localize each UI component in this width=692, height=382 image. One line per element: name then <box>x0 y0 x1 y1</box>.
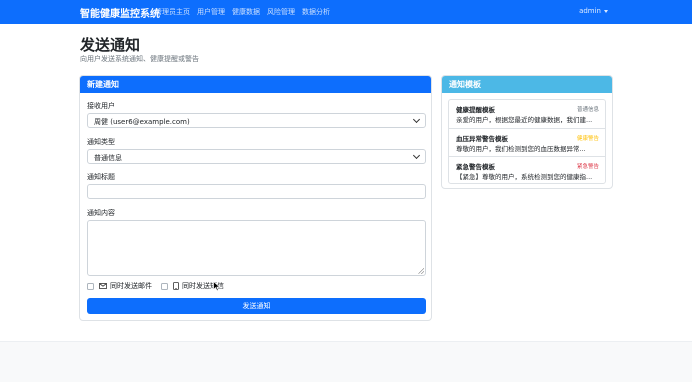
page-subtitle: 向用户发送系统通知、健康提醒或警告 <box>80 55 199 63</box>
new-notification-header: 新建通知 <box>80 76 431 93</box>
template-badge: 紧急警告 <box>576 164 599 170</box>
email-checkbox[interactable] <box>87 282 94 290</box>
content-textarea[interactable] <box>87 220 426 276</box>
top-navbar: 智能健康监控系统 管理员主页 用户管理 健康数据 风险管理 数据分析 admin <box>0 0 692 24</box>
type-value: 普通信息 <box>94 154 122 162</box>
user-name: admin <box>579 7 601 15</box>
chevron-down-icon <box>412 151 421 160</box>
nav-links: 管理员主页 用户管理 健康数据 风险管理 数据分析 <box>155 7 330 17</box>
type-label: 通知类型 <box>87 138 115 146</box>
template-item-health-reminder[interactable]: 健康提醒模板 普通信息 亲爱的用户，根据您最近的健康数据，我们建... <box>449 100 605 128</box>
template-preview: 亲爱的用户，根据您最近的健康数据，我们建... <box>456 116 593 124</box>
template-preview: 【紧急】尊敬的用户，系统检测到您的健康指... <box>456 173 593 181</box>
user-menu-dropdown[interactable]: admin <box>579 7 608 15</box>
send-options: 同时发送邮件 同时发送短信 <box>87 281 233 291</box>
mouse-cursor-icon <box>213 281 221 292</box>
recipient-select[interactable]: 周健 (user6@example.com) <box>87 113 426 128</box>
new-notification-card: 新建通知 接收用户 周健 (user6@example.com) 通知类型 普通… <box>79 75 432 321</box>
nav-link-admin-home[interactable]: 管理员主页 <box>155 7 190 17</box>
content-label: 通知内容 <box>87 209 115 217</box>
templates-header: 通知模板 <box>442 76 612 93</box>
template-badge: 普通信息 <box>576 107 599 113</box>
template-preview: 尊敬的用户，我们检测到您的血压数据异常... <box>456 145 586 153</box>
template-badge: 健康警告 <box>576 136 599 142</box>
recipient-value: 周健 (user6@example.com) <box>94 118 190 126</box>
brand-title[interactable]: 智能健康监控系统 <box>80 5 160 20</box>
send-notification-button[interactable]: 发送通知 <box>87 298 426 314</box>
nav-link-data-analysis[interactable]: 数据分析 <box>302 7 330 17</box>
recipient-label: 接收用户 <box>87 102 115 110</box>
template-name: 健康提醒模板 <box>456 106 495 114</box>
title-label: 通知标题 <box>87 173 115 181</box>
template-list: 健康提醒模板 普通信息 亲爱的用户，根据您最近的健康数据，我们建... 血压异常… <box>448 99 606 184</box>
template-name: 血压异常警告模板 <box>456 135 508 143</box>
template-item-bp-warning[interactable]: 血压异常警告模板 健康警告 尊敬的用户，我们检测到您的血压数据异常... <box>449 128 605 156</box>
page-footer <box>0 341 692 382</box>
nav-link-user-management[interactable]: 用户管理 <box>197 7 225 17</box>
nav-link-health-data[interactable]: 健康数据 <box>232 7 260 17</box>
page-title: 发送通知 <box>80 36 141 54</box>
template-name: 紧急警告模板 <box>456 163 495 171</box>
nav-link-risk-management[interactable]: 风险管理 <box>267 7 295 17</box>
mobile-phone-icon <box>173 282 179 290</box>
resize-grip-icon[interactable] <box>418 268 424 274</box>
title-input[interactable] <box>87 184 426 199</box>
sms-checkbox[interactable] <box>161 282 168 290</box>
type-select[interactable]: 普通信息 <box>87 149 426 164</box>
email-option[interactable]: 同时发送邮件 <box>87 281 152 291</box>
chevron-down-icon <box>412 115 421 124</box>
caret-down-icon <box>604 9 608 13</box>
template-item-emergency[interactable]: 紧急警告模板 紧急警告 【紧急】尊敬的用户，系统检测到您的健康指... <box>449 156 605 184</box>
email-option-label: 同时发送邮件 <box>110 282 152 290</box>
envelope-icon <box>99 283 107 289</box>
templates-card: 通知模板 健康提醒模板 普通信息 亲爱的用户，根据您最近的健康数据，我们建...… <box>441 75 613 189</box>
